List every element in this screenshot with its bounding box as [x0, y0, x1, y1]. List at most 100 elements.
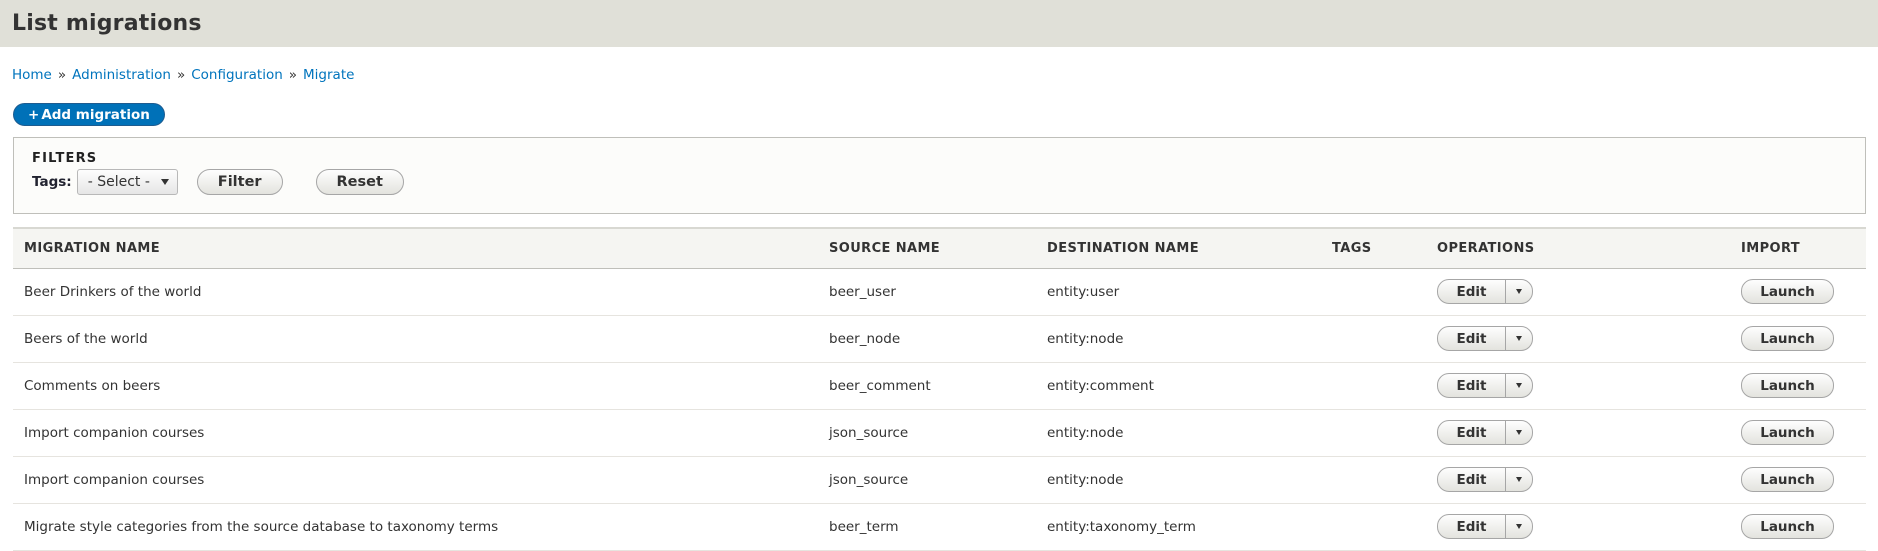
edit-button[interactable]: Edit — [1438, 468, 1506, 491]
chevron-down-icon — [1516, 524, 1522, 529]
breadcrumb: Home » Administration » Configuration » … — [0, 65, 1878, 85]
destination-name-cell: entity:node — [1036, 409, 1321, 457]
filter-button[interactable]: Filter — [196, 169, 283, 195]
edit-dropbutton: Edit — [1437, 279, 1533, 304]
launch-button[interactable]: Launch — [1741, 326, 1834, 351]
import-cell: Launch — [1730, 362, 1866, 410]
chevron-down-icon — [1516, 336, 1522, 341]
launch-button[interactable]: Launch — [1741, 514, 1834, 539]
migration-name-cell: Beers of the world — [13, 315, 818, 363]
destination-name-cell: entity:node — [1036, 456, 1321, 504]
source-name-cell: beer_user — [818, 268, 1036, 316]
breadcrumb-administration[interactable]: Administration — [72, 67, 171, 83]
header-tags: TAGS — [1332, 240, 1372, 256]
destination-name-cell: entity:comment — [1036, 362, 1321, 410]
migration-name-cell: Beer Drinkers of the world — [13, 268, 818, 316]
destination-name-cell: entity:taxonomy_term — [1036, 503, 1321, 551]
edit-button[interactable]: Edit — [1438, 280, 1506, 303]
tags-cell — [1321, 362, 1426, 410]
breadcrumb-separator: » — [176, 67, 186, 83]
operations-cell: Edit — [1426, 456, 1730, 504]
tags-cell — [1321, 503, 1426, 551]
add-migration-label: Add migration — [41, 106, 150, 123]
breadcrumb-migrate[interactable]: Migrate — [303, 67, 354, 83]
launch-button[interactable]: Launch — [1741, 373, 1834, 398]
edit-button[interactable]: Edit — [1438, 327, 1506, 350]
source-name-cell: beer_term — [818, 503, 1036, 551]
edit-button[interactable]: Edit — [1438, 515, 1506, 538]
chevron-down-icon — [1516, 289, 1522, 294]
migrations-table: MIGRATION NAME SOURCE NAME DESTINATION N… — [13, 227, 1866, 551]
header-migration-name: MIGRATION NAME — [24, 240, 161, 256]
operations-cell: Edit — [1426, 362, 1730, 410]
operations-toggle[interactable] — [1506, 327, 1532, 350]
tags-cell — [1321, 456, 1426, 504]
tags-select[interactable]: - Select - — [76, 169, 178, 195]
table-row: Import companion courses json_source ent… — [13, 456, 1866, 504]
source-name-cell: beer_comment — [818, 362, 1036, 410]
header-operations: OPERATIONS — [1437, 240, 1535, 256]
edit-dropbutton: Edit — [1437, 373, 1533, 398]
migration-name-cell: Import companion courses — [13, 456, 818, 504]
operations-toggle[interactable] — [1506, 280, 1532, 303]
import-cell: Launch — [1730, 503, 1866, 551]
header-destination-name: DESTINATION NAME — [1047, 240, 1199, 256]
tags-label: Tags: — [32, 174, 72, 190]
operations-toggle[interactable] — [1506, 468, 1532, 491]
chevron-down-icon — [1516, 383, 1522, 388]
header-source-name: SOURCE NAME — [829, 240, 941, 256]
operations-cell: Edit — [1426, 315, 1730, 363]
table-row: Migrate style categories from the source… — [13, 503, 1866, 551]
import-cell: Launch — [1730, 315, 1866, 363]
source-name-cell: beer_node — [818, 315, 1036, 363]
chevron-down-icon — [1516, 430, 1522, 435]
table-row: Comments on beers beer_comment entity:co… — [13, 362, 1866, 410]
source-name-cell: json_source — [818, 409, 1036, 457]
edit-dropbutton: Edit — [1437, 326, 1533, 351]
page-title: List migrations — [12, 11, 202, 36]
header-import: IMPORT — [1741, 240, 1801, 256]
filter-row: Tags: - Select - Filter Reset — [32, 169, 1847, 195]
operations-cell: Edit — [1426, 503, 1730, 551]
breadcrumb-configuration[interactable]: Configuration — [191, 67, 283, 83]
launch-button[interactable]: Launch — [1741, 279, 1834, 304]
breadcrumb-separator: » — [57, 67, 67, 83]
migrations-table-wrapper: MIGRATION NAME SOURCE NAME DESTINATION N… — [13, 227, 1866, 551]
table-header-row: MIGRATION NAME SOURCE NAME DESTINATION N… — [13, 228, 1866, 268]
tags-select-value: - Select - — [87, 174, 150, 190]
breadcrumb-home[interactable]: Home — [12, 67, 52, 83]
page-header: List migrations — [0, 0, 1878, 47]
tags-cell — [1321, 315, 1426, 363]
destination-name-cell: entity:node — [1036, 315, 1321, 363]
table-row: Import companion courses json_source ent… — [13, 409, 1866, 457]
launch-button[interactable]: Launch — [1741, 420, 1834, 445]
chevron-down-icon — [1516, 477, 1522, 482]
edit-dropbutton: Edit — [1437, 514, 1533, 539]
operations-cell: Edit — [1426, 268, 1730, 316]
filters-panel: FILTERS Tags: - Select - Filter Reset — [13, 137, 1866, 214]
edit-dropbutton: Edit — [1437, 467, 1533, 492]
import-cell: Launch — [1730, 456, 1866, 504]
operations-cell: Edit — [1426, 409, 1730, 457]
plus-icon: + — [28, 106, 40, 123]
reset-button[interactable]: Reset — [315, 169, 404, 195]
edit-button[interactable]: Edit — [1438, 374, 1506, 397]
migration-name-cell: Comments on beers — [13, 362, 818, 410]
caret-down-icon — [160, 179, 169, 185]
add-migration-button[interactable]: + Add migration — [13, 103, 165, 126]
launch-button[interactable]: Launch — [1741, 467, 1834, 492]
tags-cell — [1321, 268, 1426, 316]
migration-name-cell: Migrate style categories from the source… — [13, 503, 818, 551]
edit-button[interactable]: Edit — [1438, 421, 1506, 444]
table-row: Beer Drinkers of the world beer_user ent… — [13, 268, 1866, 316]
destination-name-cell: entity:user — [1036, 268, 1321, 316]
tags-cell — [1321, 409, 1426, 457]
source-name-cell: json_source — [818, 456, 1036, 504]
operations-toggle[interactable] — [1506, 374, 1532, 397]
migration-name-cell: Import companion courses — [13, 409, 818, 457]
import-cell: Launch — [1730, 409, 1866, 457]
filters-legend: FILTERS — [32, 151, 98, 166]
operations-toggle[interactable] — [1506, 421, 1532, 444]
operations-toggle[interactable] — [1506, 515, 1532, 538]
import-cell: Launch — [1730, 268, 1866, 316]
